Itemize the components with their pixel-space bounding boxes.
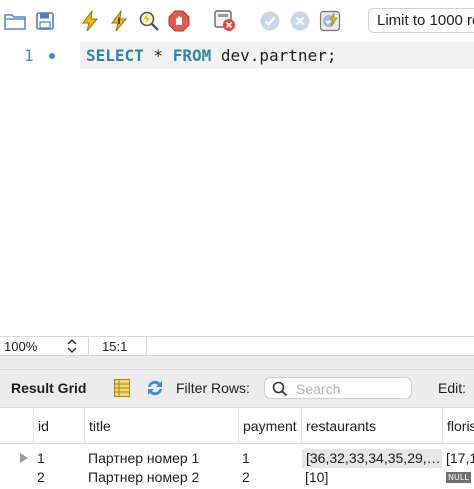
column-header-florists[interactable]: florists [442,408,474,444]
result-grid-toolbar: Result Grid Filter Rows: Edit: [0,370,474,408]
filter-search-box[interactable] [264,377,412,399]
cell-restaurants[interactable]: [36,32,33,34,35,29,… [302,449,442,468]
limit-rows-select[interactable]: Limit to 1000 rows [368,8,474,33]
column-header-id[interactable]: id [33,408,84,444]
code-table-ref: dev.partner; [211,46,337,65]
execute-all-icon[interactable] [77,8,103,34]
sql-statement[interactable]: SELECT * FROM dev.partner; [86,46,336,65]
cell-id[interactable]: 1 [33,449,84,468]
cell-title[interactable]: Партнер номер 1 [84,449,238,468]
rollback-icon[interactable] [287,8,313,34]
sql-editor[interactable]: 1 SELECT * FROM dev.partner; [0,42,474,336]
editor-gutter: 1 [0,42,80,69]
open-file-icon[interactable] [2,8,28,34]
panel-splitter[interactable] [0,356,474,370]
column-header-payment[interactable]: payment [238,408,301,444]
keyword-from: FROM [172,46,212,65]
cursor-position: 15:1 [102,339,128,354]
status-divider [88,337,89,356]
null-badge[interactable]: NULL [446,472,471,483]
cell-payment[interactable]: 1 [238,449,301,468]
editor-status-bar: 100% 15:1 [0,336,474,356]
save-file-icon[interactable] [32,8,58,34]
filter-rows-label: Filter Rows: [176,380,250,396]
execute-current-icon[interactable]: I [106,8,132,34]
search-icon [272,381,288,397]
status-divider [146,337,147,356]
limit-rows-label: Limit to 1000 rows [377,12,474,29]
table-row[interactable]: 1 Партнер номер 1 1 [36,32,33,34,35,29,…… [0,449,474,468]
stop-icon[interactable] [166,8,192,34]
toggle-error-stop-icon[interactable] [212,8,238,34]
cell-payment[interactable]: 2 [238,468,301,487]
code-operator: * [143,46,173,65]
grid-header-row: id title payment restaurants florists [0,408,474,444]
result-grid[interactable]: id title payment restaurants florists 1 … [0,408,474,489]
explain-icon[interactable] [136,8,162,34]
svg-text:I: I [117,17,120,27]
column-header-title[interactable]: title [84,408,238,444]
zoom-level[interactable]: 100% [4,339,37,354]
form-view-icon[interactable] [113,378,131,401]
cell-restaurants[interactable]: [10] [301,468,442,487]
sql-editor-toolbar: I Limit to 1000 rows [0,0,474,42]
keyword-select: SELECT [86,46,144,65]
column-header-restaurants[interactable]: restaurants [301,408,442,444]
refresh-icon[interactable] [144,378,166,401]
cell-id[interactable]: 2 [33,468,84,487]
current-row-marker-icon [20,453,28,463]
table-row[interactable]: 2 Партнер номер 2 2 [10] NULL [0,468,474,487]
zoom-stepper-icon[interactable] [66,338,78,357]
result-grid-title[interactable]: Result Grid [11,380,86,396]
statement-marker-icon [49,53,55,59]
autocommit-icon[interactable] [317,8,343,34]
cell-title[interactable]: Партнер номер 2 [84,468,238,487]
commit-icon[interactable] [257,8,283,34]
cell-florists[interactable]: [17,1 [442,449,474,468]
filter-search-input[interactable] [296,380,408,397]
line-number: 1 [24,46,34,65]
edit-label: Edit: [438,380,467,396]
